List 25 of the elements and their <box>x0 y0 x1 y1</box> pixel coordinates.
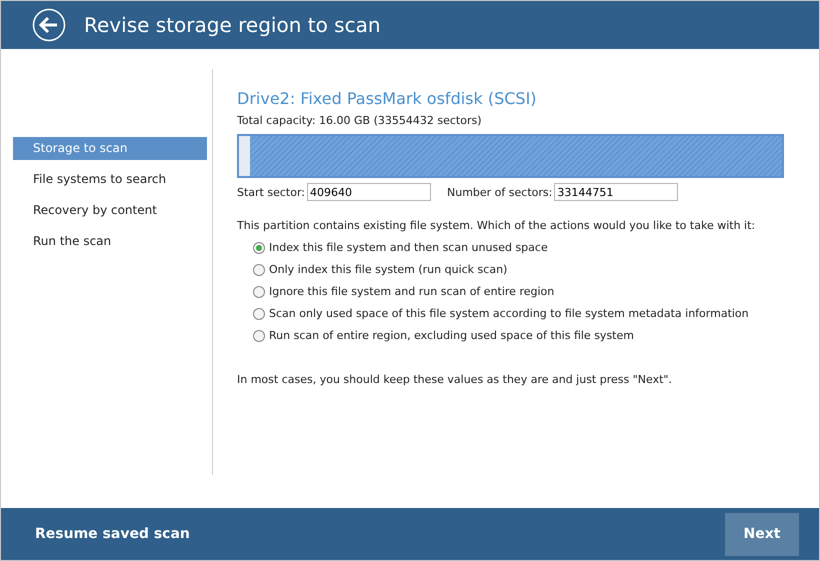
option-label[interactable]: Ignore this file system and run scan of entire region <box>269 285 554 298</box>
radio-button[interactable] <box>253 330 265 342</box>
radio-button[interactable] <box>253 264 265 276</box>
radio-button[interactable] <box>253 286 265 298</box>
sector-count-label: Number of sectors: <box>447 186 552 198</box>
option-label[interactable]: Index this file system and then scan unused space <box>269 241 548 254</box>
start-sector-label: Start sector: <box>237 186 305 198</box>
start-sector-field[interactable]: 409640 <box>307 183 431 201</box>
radio-button[interactable] <box>253 242 265 254</box>
drive-title: Drive2: Fixed PassMark osfdisk (SCSI) <box>237 89 538 108</box>
option-label[interactable]: Run scan of entire region, excluding used space of this file system <box>269 329 634 342</box>
sector-count-field[interactable]: 33144751 <box>554 183 678 201</box>
sidebar-item[interactable]: Recovery by content <box>13 199 207 222</box>
resume-button[interactable]: Resume saved scan <box>35 526 190 542</box>
next-button[interactable]: Next <box>725 512 799 556</box>
option-label[interactable]: Scan only used space of this file system according to file system metadata information <box>269 307 749 320</box>
question-text: This partition contains existing file system. Which of the actions would you like to take with it: <box>237 219 756 232</box>
sidebar-item[interactable]: Run the scan <box>13 230 207 253</box>
radio-button[interactable] <box>253 308 265 320</box>
back-icon[interactable] <box>32 8 66 42</box>
capacity-text: Total capacity: 16.00 GB (33554432 sectors) <box>237 114 482 127</box>
hint-text: In most cases, you should keep these values as they are and just press "Next". <box>237 373 673 386</box>
sidebar-item[interactable]: File systems to search <box>13 168 207 191</box>
option-label[interactable]: Only index this file system (run quick scan) <box>269 263 508 276</box>
window-title: Revise storage region to scan <box>84 13 381 37</box>
